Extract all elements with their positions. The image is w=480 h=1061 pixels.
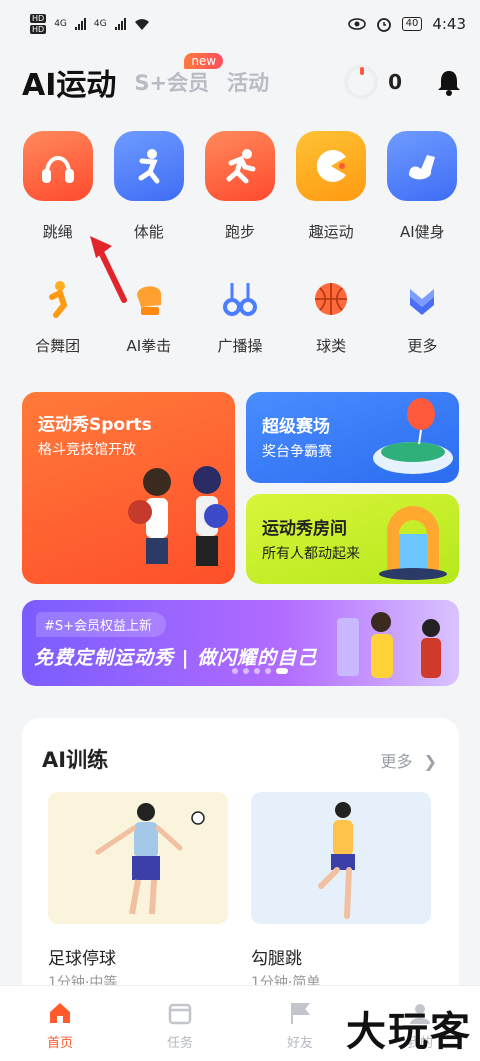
- nav-home[interactable]: 首页: [0, 986, 120, 1061]
- dance-icon: [36, 277, 80, 321]
- feature-label: 体能: [133, 223, 164, 241]
- feature-ai-fitness[interactable]: AI健身: [377, 131, 468, 242]
- alarm-icon: [376, 18, 391, 32]
- watermark: 大玩客: [346, 1009, 472, 1055]
- coin-count: 0: [388, 70, 402, 94]
- feature-label: AI健身: [400, 223, 445, 241]
- flag-icon: [291, 1003, 311, 1024]
- bell-icon[interactable]: [436, 68, 462, 96]
- more-label: 更多: [380, 752, 413, 771]
- feature-fun-sport[interactable]: 趣运动: [286, 131, 377, 242]
- banner-pagination: [232, 668, 288, 674]
- chevron-down-double-icon: [400, 277, 444, 321]
- more-link[interactable]: 更多 ❯: [380, 748, 437, 772]
- feature-label: AI拳击: [126, 337, 172, 355]
- hd-label: HD: [30, 25, 47, 34]
- red-arrow-annotation: [90, 236, 127, 303]
- boxing-glove-icon: [127, 277, 171, 321]
- eye-icon: [347, 18, 366, 30]
- top-header: AI运动 S+会员 new 活动 0: [22, 53, 462, 108]
- chevron-right-icon: ❯: [423, 752, 437, 771]
- ai-training-section: AI训练 更多 ❯ 足球停球 1分钟·中等 勾腿跳 1分钟·简单: [22, 718, 459, 1008]
- feature-fitness[interactable]: 体能: [103, 131, 194, 242]
- feature-label: 跑步: [224, 223, 255, 241]
- training-card-football[interactable]: [48, 792, 228, 924]
- tab-member-label: S+会员: [134, 71, 210, 95]
- calendar-icon: [168, 1003, 192, 1025]
- battery-icon: 40: [401, 17, 423, 31]
- fun-sport-icon: [296, 131, 367, 201]
- feature-label: 跳绳: [42, 223, 73, 241]
- card-title: 运动秀Sports: [38, 415, 152, 435]
- clock: 4:43: [432, 15, 466, 33]
- feature-ball-games[interactable]: 球类: [286, 277, 377, 356]
- progress-ring-icon: [344, 65, 379, 99]
- hd-label: HD: [30, 14, 47, 23]
- football-player-illustration: [95, 803, 205, 915]
- network-label: 4G: [54, 19, 67, 29]
- nav-label: 好友: [286, 1036, 313, 1051]
- feature-label: 趣运动: [308, 223, 354, 241]
- coin-counter[interactable]: 0: [344, 65, 402, 99]
- nav-tasks[interactable]: 任务: [120, 986, 240, 1061]
- feature-label: 广播操: [217, 337, 263, 355]
- banner-tag: #S+会员权益上新: [36, 612, 167, 637]
- feature-label: 更多: [407, 337, 438, 355]
- training-name: 勾腿跳: [251, 949, 302, 969]
- feature-jump-rope[interactable]: 跳绳: [12, 131, 103, 242]
- nav-label: 首页: [46, 1036, 73, 1051]
- boxers-illustration: [128, 466, 228, 566]
- training-name: 足球停球: [48, 949, 116, 969]
- card-sports-room[interactable]: 运动秀房间 所有人都动起来: [246, 494, 459, 584]
- gymnastic-rings-icon: [218, 277, 262, 321]
- secondary-feature-grid: 合舞团 AI拳击 广播操 球类 更多: [12, 277, 468, 356]
- nav-friends[interactable]: 好友: [240, 986, 360, 1061]
- ai-fitness-icon: [387, 131, 458, 201]
- training-card-hook-jump[interactable]: [251, 792, 431, 924]
- member-banner[interactable]: #S+会员权益上新 免费定制运动秀 | 做闪耀的自己: [22, 600, 459, 686]
- feature-broadcast-exercise[interactable]: 广播操: [194, 277, 285, 356]
- hook-jump-illustration: [318, 802, 355, 919]
- feature-more[interactable]: 更多: [377, 277, 468, 356]
- nav-label: 任务: [166, 1036, 193, 1051]
- feature-label: 球类: [316, 337, 347, 355]
- tab-ai-sport[interactable]: AI运动: [22, 60, 116, 104]
- wifi-icon: [134, 18, 149, 30]
- jump-rope-icon: [22, 131, 93, 201]
- main-feature-grid: 跳绳 体能 跑步 趣运动 AI健身: [12, 131, 468, 242]
- feature-label: 合舞团: [35, 337, 81, 355]
- portal-illustration: [379, 506, 447, 580]
- fitness-icon: [113, 131, 184, 201]
- home-icon: [50, 1003, 70, 1023]
- tab-activity[interactable]: 活动: [227, 67, 269, 97]
- card-sports-show[interactable]: 运动秀Sports 格斗竞技馆开放: [22, 392, 235, 584]
- characters-illustration: [337, 612, 441, 678]
- banner-headline: 免费定制运动秀 | 做闪耀的自己: [34, 647, 318, 669]
- signal-icon: [114, 18, 126, 30]
- card-super-arena[interactable]: 超级赛场 奖台争霸赛: [246, 392, 459, 483]
- status-bar: HD HD 4G 4G 40 4:43: [0, 0, 480, 48]
- network-label: 4G: [93, 19, 107, 29]
- new-badge: new: [184, 53, 224, 69]
- running-icon: [204, 131, 275, 201]
- tab-member[interactable]: S+会员 new: [134, 53, 224, 97]
- stadium-illustration: [373, 398, 453, 474]
- signal-icon: [74, 18, 86, 30]
- section-title: AI训练: [42, 748, 109, 772]
- feature-running[interactable]: 跑步: [194, 131, 285, 242]
- basketball-icon: [309, 277, 353, 321]
